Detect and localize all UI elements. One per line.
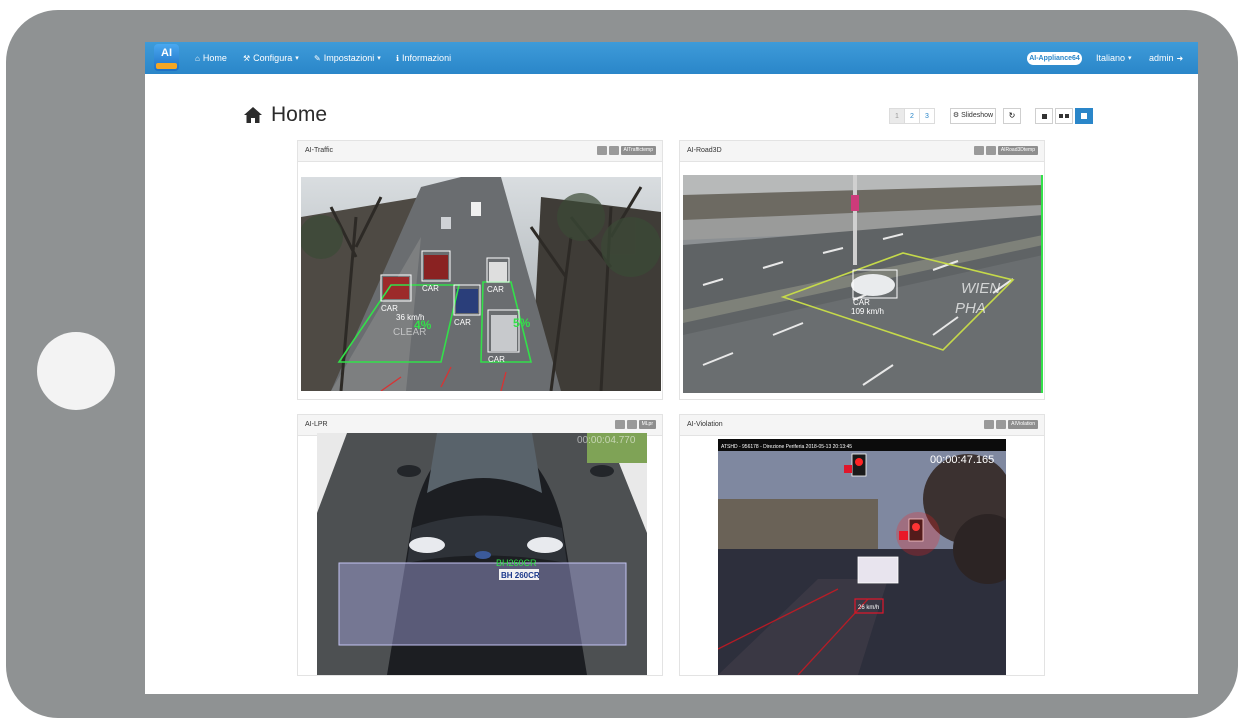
panel-tag[interactable]: AIViolation	[1008, 420, 1038, 429]
panel-tag[interactable]: MLpr	[638, 420, 656, 429]
camera-panel-lpr: AI-LPR MLpr BH 260CR BH260CR 00:00:04.77…	[297, 414, 663, 676]
wrench-icon: ⚒	[243, 53, 251, 63]
logo-accent	[156, 63, 177, 69]
camera-panel-traffic: AI-Traffic AITraffictemp CAR CAR CAR CAR…	[297, 140, 663, 400]
edit-icon[interactable]	[985, 146, 996, 155]
refresh-icon: ↻	[1008, 111, 1016, 120]
nav-impostazioni-label: Impostazioni	[323, 53, 375, 63]
user-menu[interactable]: admin ➜	[1149, 53, 1183, 63]
camera-feed-road3d[interactable]: CAR 109 km/h WIEN PHA	[683, 175, 1043, 393]
nav-home[interactable]: ⌂ Home	[195, 53, 227, 63]
road-text: WIEN	[961, 280, 1000, 297]
edit-icon[interactable]	[996, 420, 1007, 429]
panel-header: AI-Violation AIViolation	[680, 415, 1044, 436]
layout-grid-icon	[1081, 113, 1087, 119]
page-2-button[interactable]: 2	[904, 108, 920, 124]
camera-feed-violation[interactable]: 26 km/h ATSHD - 956178 - Direzione Perif…	[718, 439, 1006, 675]
camera-feed-traffic[interactable]: CAR CAR CAR CAR CAR 36 km/h 4% 5% CLEAR	[301, 177, 661, 391]
logo-text: AI	[161, 47, 172, 59]
user-label: admin	[1149, 53, 1174, 63]
speed-readout: 109 km/h	[851, 307, 884, 316]
top-navbar: AI ⌂ Home ⚒ Configura ▾ ✎ Impostazioni ▾…	[145, 42, 1198, 74]
app-logo[interactable]: AI	[154, 44, 179, 71]
chevron-down-icon: ▾	[377, 55, 381, 62]
info-icon: ℹ	[396, 53, 400, 63]
road3d-scene: CAR 109 km/h WIEN PHA	[683, 175, 1043, 393]
gear-icon: ⚙	[952, 112, 960, 119]
nav-configura[interactable]: ⚒ Configura ▾	[243, 53, 299, 63]
page-title-text: Home	[271, 103, 328, 126]
nav-impostazioni[interactable]: ✎ Impostazioni ▾	[314, 53, 381, 63]
nav-configura-label: Configura	[253, 53, 293, 63]
page-3-button[interactable]: 3	[919, 108, 935, 124]
detection-label: CAR	[853, 298, 870, 307]
traffic-scene: CAR CAR CAR CAR CAR 36 km/h 4% 5% CLEAR	[301, 177, 661, 391]
language-label: Italiano	[1096, 53, 1126, 63]
pagination: 1 2 3	[889, 108, 935, 124]
camera-info: ATSHD - 956178 - Direzione Periferia 201…	[721, 444, 852, 450]
road-word: CLEAR	[393, 327, 426, 338]
tablet-home-button[interactable]	[37, 332, 115, 410]
language-dropdown[interactable]: Italiano ▾	[1096, 53, 1132, 63]
home-icon: ⌂	[195, 53, 200, 63]
panel-title: AI-Traffic	[305, 147, 334, 154]
app-screen: AI ⌂ Home ⚒ Configura ▾ ✎ Impostazioni ▾…	[145, 42, 1198, 694]
lpr-scene: BH 260CR BH260CR 00:00:04.770	[317, 433, 647, 675]
page-1-button[interactable]: 1	[889, 108, 905, 124]
panel-title: AI-Road3D	[687, 147, 722, 154]
edit-icon[interactable]	[608, 146, 619, 155]
logout-icon: ➜	[1176, 53, 1184, 63]
panel-title: AI-LPR	[305, 421, 328, 428]
layout-2-button[interactable]	[1055, 108, 1073, 124]
panel-header: AI-Road3D AIRoad3Dtemp	[680, 141, 1044, 162]
panel-tools: MLpr	[614, 420, 656, 429]
appliance-badge[interactable]: AI-Appliance64	[1027, 52, 1082, 65]
speed-readout: 26 km/h	[858, 605, 879, 611]
chevron-down-icon: ▾	[1128, 55, 1132, 62]
edit-icon[interactable]	[626, 420, 637, 429]
chevron-down-icon: ▾	[295, 55, 299, 62]
camera-feed-lpr[interactable]: BH 260CR BH260CR 00:00:04.770	[317, 433, 647, 675]
fullscreen-icon[interactable]	[984, 420, 995, 429]
fullscreen-icon[interactable]	[614, 420, 625, 429]
detection-label: CAR	[488, 355, 505, 364]
panel-tag[interactable]: AITraffictemp	[620, 146, 656, 155]
recognized-plate: BH260CR	[496, 558, 537, 568]
camera-panel-violation: AI-Violation AIViolation 26 km/h ATSHD -…	[679, 414, 1045, 676]
detection-label: CAR	[454, 318, 471, 327]
nav-informazioni[interactable]: ℹ Informazioni	[396, 53, 451, 63]
slideshow-button[interactable]: ⚙ Slideshow	[950, 108, 996, 124]
road-text: PHA	[955, 300, 986, 317]
occupancy-percent: 5%	[513, 316, 531, 330]
layout-double-icon-b	[1065, 114, 1069, 118]
detection-label: CAR	[381, 304, 398, 313]
license-plate: BH 260CR	[501, 571, 540, 580]
layout-double-icon	[1059, 114, 1063, 118]
fullscreen-icon[interactable]	[973, 146, 984, 155]
settings-icon: ✎	[314, 53, 321, 63]
page-title: Home	[243, 100, 327, 130]
home-icon	[244, 107, 262, 123]
panel-tag[interactable]: AIRoad3Dtemp	[997, 146, 1038, 155]
panel-header: AI-Traffic AITraffictemp	[298, 141, 662, 162]
detection-label: CAR	[487, 285, 504, 294]
camera-panel-road3d: AI-Road3D AIRoad3Dtemp CAR 109 km/h WIEN…	[679, 140, 1045, 400]
panel-tools: AIRoad3Dtemp	[973, 146, 1038, 155]
panel-tools: AIViolation	[984, 420, 1038, 429]
layout-single-icon	[1041, 113, 1047, 119]
detection-label: CAR	[422, 284, 439, 293]
nav-home-label: Home	[202, 53, 227, 63]
slideshow-label: Slideshow	[961, 112, 994, 119]
panel-tools: AITraffictemp	[596, 146, 656, 155]
layout-1-button[interactable]	[1035, 108, 1053, 124]
refresh-button[interactable]: ↻	[1003, 108, 1021, 124]
violation-scene: 26 km/h ATSHD - 956178 - Direzione Perif…	[718, 439, 1006, 675]
video-timer: 00:00:04.770	[577, 435, 636, 446]
video-timer: 00:00:47.165	[930, 454, 994, 466]
layout-grid-button[interactable]	[1075, 108, 1093, 124]
fullscreen-icon[interactable]	[596, 146, 607, 155]
panel-title: AI-Violation	[687, 421, 723, 428]
nav-informazioni-label: Informazioni	[402, 53, 452, 63]
